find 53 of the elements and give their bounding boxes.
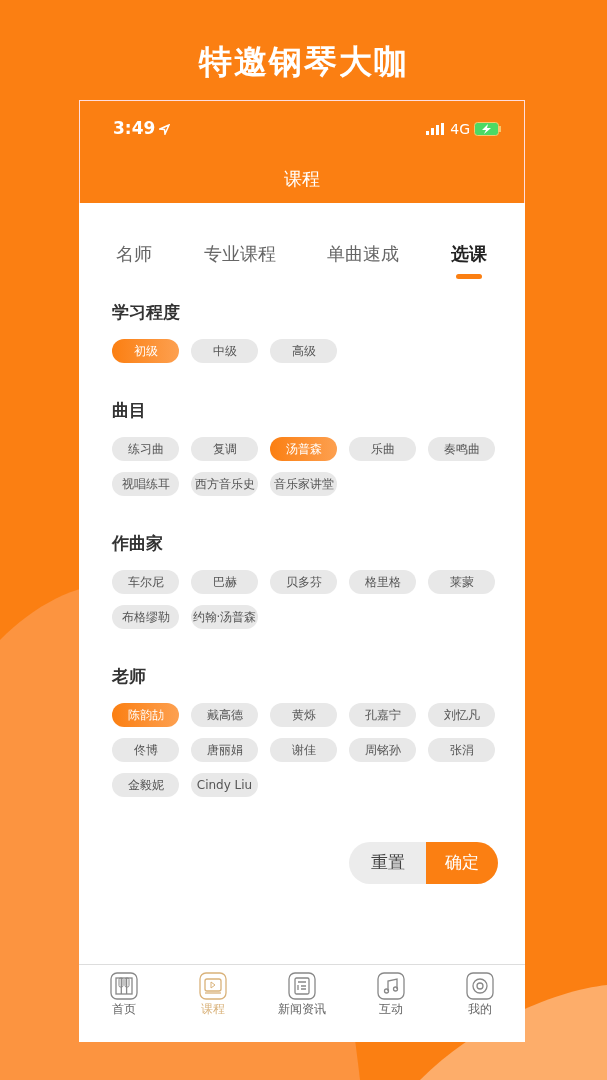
tab[interactable]: 选课 bbox=[450, 241, 487, 267]
music-note-icon bbox=[377, 972, 406, 1000]
filter-chip[interactable]: 贝多芬 bbox=[270, 570, 337, 594]
network-label: 4G bbox=[450, 119, 470, 139]
signal-icon bbox=[426, 123, 447, 135]
tab[interactable]: 名师 bbox=[116, 241, 152, 267]
filter-chip[interactable]: 黄烁 bbox=[270, 703, 337, 727]
at-sign-icon bbox=[466, 972, 495, 1000]
filter-chip[interactable]: 唐丽娟 bbox=[191, 738, 258, 762]
tab[interactable]: 单曲速成 bbox=[327, 241, 400, 267]
reset-button[interactable]: 重置 bbox=[349, 842, 426, 884]
filter-chip[interactable]: 巴赫 bbox=[191, 570, 258, 594]
tab-bar-item[interactable]: 我的 bbox=[450, 972, 511, 1042]
filter-chip[interactable]: 谢佳 bbox=[270, 738, 337, 762]
filter-chip[interactable]: 张涓 bbox=[428, 738, 495, 762]
filter-chip[interactable]: 佟博 bbox=[112, 738, 179, 762]
tab-bar-item[interactable]: 新闻资讯 bbox=[271, 972, 332, 1042]
filter-chip[interactable]: 高级 bbox=[270, 339, 337, 363]
page-title: 课程 bbox=[283, 167, 321, 191]
status-time: 3:49 bbox=[113, 117, 156, 141]
filter-chip[interactable]: 车尔尼 bbox=[112, 570, 179, 594]
filter-chip[interactable]: 西方音乐史 bbox=[191, 472, 258, 496]
filter-chip[interactable]: 复调 bbox=[191, 437, 258, 461]
tab-indicator bbox=[455, 274, 482, 279]
video-icon bbox=[198, 972, 227, 1000]
tab-bar-item[interactable]: 互动 bbox=[361, 972, 422, 1042]
filter-chip[interactable]: 练习曲 bbox=[112, 437, 179, 461]
section-title: 老师 bbox=[112, 665, 147, 687]
filter-chip[interactable]: 周铭孙 bbox=[349, 738, 416, 762]
location-icon bbox=[159, 123, 171, 135]
headline: 特邀钢琴大咖 bbox=[198, 41, 409, 83]
filter-chip[interactable]: 金毅妮 bbox=[112, 773, 179, 797]
filter-chip[interactable]: 奏鸣曲 bbox=[428, 437, 495, 461]
tab-bar-item[interactable]: 首页 bbox=[93, 972, 154, 1042]
filter-chip[interactable]: 刘忆凡 bbox=[428, 703, 495, 727]
filter-chip[interactable]: 约翰·汤普森 bbox=[191, 605, 258, 629]
filter-chip[interactable]: 中级 bbox=[191, 339, 258, 363]
section-title: 学习程度 bbox=[112, 301, 181, 323]
piano-icon bbox=[109, 972, 138, 1000]
filter-chip[interactable]: Cindy Liu bbox=[191, 773, 258, 797]
filter-chip[interactable]: 布格缪勒 bbox=[112, 605, 179, 629]
battery-charging-icon bbox=[474, 122, 502, 136]
filter-chip[interactable]: 格里格 bbox=[349, 570, 416, 594]
filter-chip[interactable]: 乐曲 bbox=[349, 437, 416, 461]
tab[interactable]: 专业课程 bbox=[203, 241, 276, 267]
news-icon bbox=[287, 972, 316, 1000]
section-title: 曲目 bbox=[112, 399, 147, 421]
section-title: 作曲家 bbox=[112, 532, 164, 554]
filter-chip[interactable]: 戴高德 bbox=[191, 703, 258, 727]
filter-chip[interactable]: 音乐家讲堂 bbox=[270, 472, 337, 496]
filter-chip[interactable]: 莱蒙 bbox=[428, 570, 495, 594]
filter-chip[interactable]: 视唱练耳 bbox=[112, 472, 179, 496]
filter-chip[interactable]: 孔嘉宁 bbox=[349, 703, 416, 727]
